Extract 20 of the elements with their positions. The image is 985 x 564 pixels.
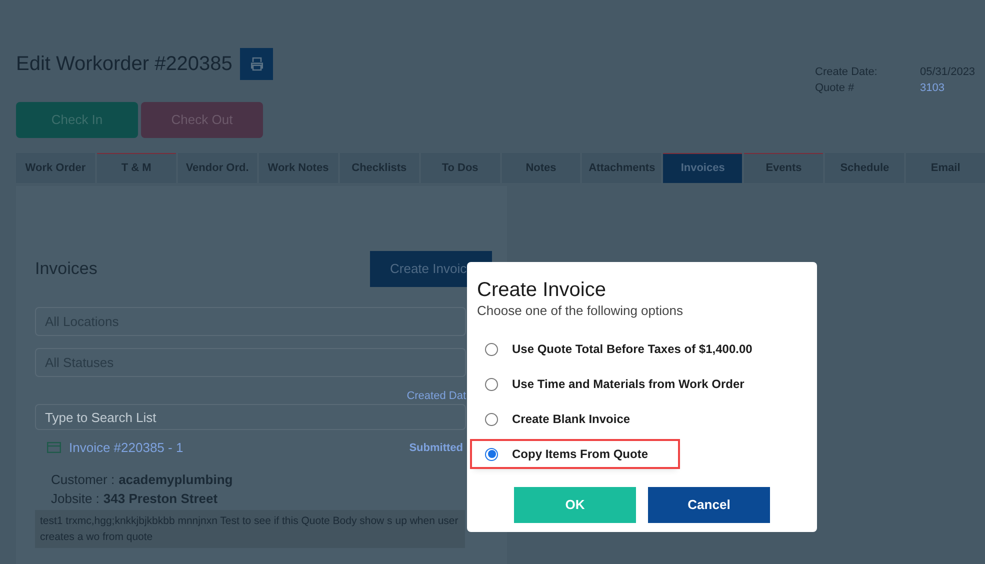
option-radio[interactable]: Use Quote Total Before Taxes of $1,400.00 bbox=[472, 336, 782, 362]
invoice-status: Submitted bbox=[409, 440, 463, 456]
tab[interactable]: Invoices bbox=[663, 153, 742, 183]
dialog-subtitle: Choose one of the following options bbox=[477, 303, 684, 319]
search-field[interactable]: Type to Search List bbox=[35, 404, 466, 430]
invoice-link[interactable]: Invoice #220385 - 1 bbox=[69, 438, 184, 458]
radio-button[interactable] bbox=[485, 378, 498, 390]
dialog-button[interactable]: Cancel bbox=[648, 487, 770, 523]
sort-link[interactable]: Created Dat bbox=[406, 389, 466, 403]
dialog-button[interactable]: OK bbox=[514, 487, 636, 523]
option-radio[interactable]: Copy Items From Quote bbox=[472, 441, 678, 467]
radio-button[interactable] bbox=[485, 412, 498, 426]
card-icon bbox=[47, 442, 61, 454]
option-radio[interactable]: Use Time and Materials from Work Order bbox=[472, 371, 774, 397]
quote-link[interactable]: 3103 bbox=[920, 80, 985, 96]
printer-icon bbox=[248, 56, 265, 72]
radio-button[interactable] bbox=[485, 342, 498, 356]
print-button[interactable] bbox=[240, 48, 274, 80]
option-radio[interactable]: Create Blank Invoice bbox=[472, 406, 660, 432]
radio-button[interactable] bbox=[485, 448, 498, 460]
